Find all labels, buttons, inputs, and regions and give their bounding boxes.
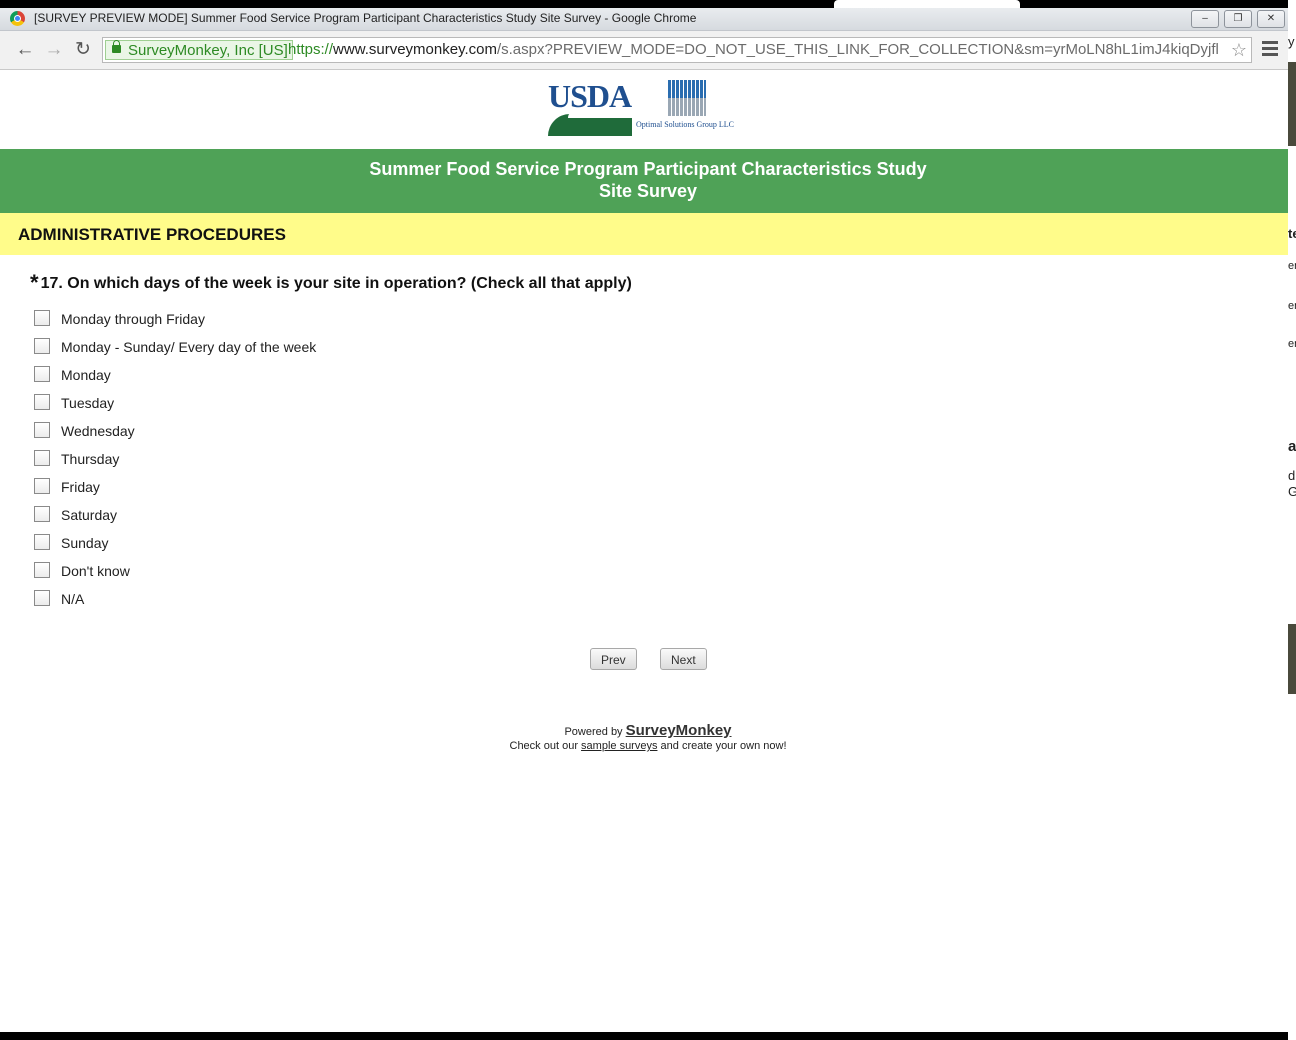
prev-button[interactable]: Prev <box>590 648 637 670</box>
reload-icon[interactable]: ↻ <box>72 39 94 61</box>
chrome-menu-icon[interactable] <box>1262 41 1278 57</box>
chrome-logo-icon <box>10 11 25 26</box>
forward-icon[interactable]: → <box>43 39 65 61</box>
checkbox[interactable] <box>34 450 50 466</box>
powered-by: Powered by SurveyMonkey <box>0 722 1296 739</box>
url-scheme: https:// <box>288 41 334 58</box>
surveymonkey-link[interactable]: SurveyMonkey <box>626 722 732 739</box>
sample-surveys-link[interactable]: sample surveys <box>581 740 657 752</box>
question-title: * 17. On which days of the week is your s… <box>30 268 632 295</box>
promo-prefix: Check out our <box>509 740 578 752</box>
checkbox[interactable] <box>34 590 50 606</box>
background-window-tab <box>834 0 1020 8</box>
osg-logo-icon <box>668 80 706 116</box>
section-title: ADMINISTRATIVE PROCEDURES <box>18 225 286 244</box>
header-logos: USDA Optimal Solutions Group LLC <box>548 78 748 148</box>
section-header: ADMINISTRATIVE PROCEDURES <box>0 213 1288 255</box>
usda-logo: USDA <box>548 78 632 136</box>
restore-button[interactable]: ❐ <box>1224 10 1252 28</box>
lock-icon <box>112 40 121 53</box>
survey-page: USDA Optimal Solutions Group LLC Summer … <box>0 70 1288 1032</box>
title-bar: [SURVEY PREVIEW MODE] Summer Food Servic… <box>0 8 1288 31</box>
checkbox[interactable] <box>34 562 50 578</box>
background-window: y te er er er a d G <box>1288 0 1296 1040</box>
checkbox[interactable] <box>34 338 50 354</box>
url-text: https://www.surveymonkey.com/s.aspx?PREV… <box>288 38 1219 62</box>
checkbox[interactable] <box>34 310 50 326</box>
checkbox[interactable] <box>34 366 50 382</box>
browser-window: [SURVEY PREVIEW MODE] Summer Food Servic… <box>0 8 1288 1032</box>
checkbox[interactable] <box>34 394 50 410</box>
survey-title: Summer Food Service Program Participant … <box>369 159 927 179</box>
back-icon[interactable]: ← <box>14 39 36 61</box>
ev-label: SurveyMonkey, Inc [US] <box>128 42 288 59</box>
close-button[interactable]: ✕ <box>1257 10 1285 28</box>
minimize-button[interactable]: – <box>1191 10 1219 28</box>
address-bar[interactable]: SurveyMonkey, Inc [US] https://www.surve… <box>102 37 1252 63</box>
promo-suffix: and create your own now! <box>660 740 787 752</box>
required-asterisk: * <box>30 270 39 295</box>
powered-by-label: Powered by <box>564 726 623 738</box>
url-host: www.surveymonkey.com <box>333 41 497 58</box>
browser-toolbar: ← → ↻ SurveyMonkey, Inc [US] https://www… <box>0 31 1288 70</box>
window-title: [SURVEY PREVIEW MODE] Summer Food Servic… <box>34 11 697 25</box>
ev-certificate-badge[interactable]: SurveyMonkey, Inc [US] <box>105 40 293 60</box>
checkbox[interactable] <box>34 534 50 550</box>
survey-banner: Summer Food Service Program Participant … <box>0 149 1288 213</box>
survey-subtitle: Site Survey <box>598 181 698 201</box>
footer-promo: Check out our sample surveys and create … <box>0 740 1296 752</box>
question-text: 17. On which days of the week is your si… <box>40 275 632 292</box>
checkbox[interactable] <box>34 422 50 438</box>
checkbox[interactable] <box>34 478 50 494</box>
checkbox[interactable] <box>34 506 50 522</box>
url-path: /s.aspx?PREVIEW_MODE=DO_NOT_USE_THIS_LIN… <box>496 41 1219 58</box>
bookmark-star-icon[interactable]: ☆ <box>1231 38 1247 62</box>
next-button[interactable]: Next <box>660 648 707 670</box>
osg-logo-text: Optimal Solutions Group LLC <box>636 120 734 129</box>
